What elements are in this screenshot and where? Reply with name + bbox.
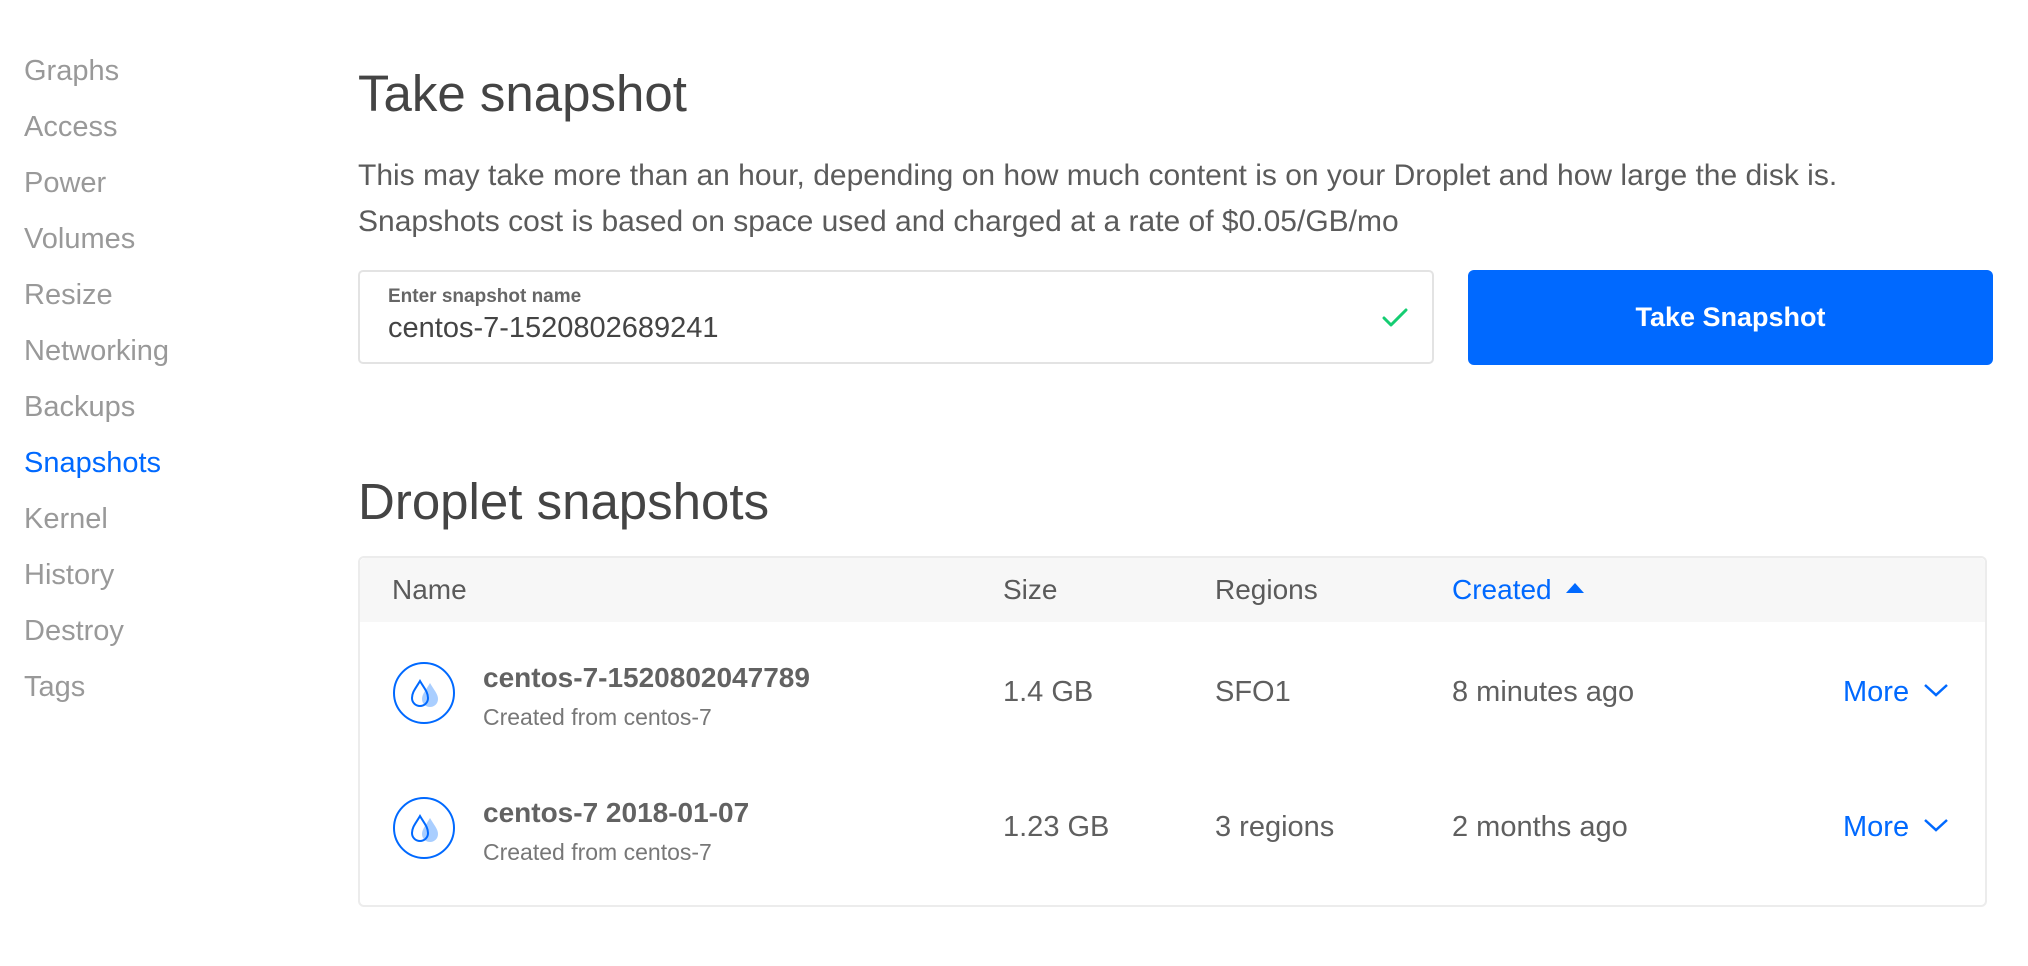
sidebar-item-history[interactable]: History: [24, 558, 114, 592]
droplet-snapshots-title: Droplet snapshots: [358, 473, 770, 530]
take-snapshot-button[interactable]: Take Snapshot: [1468, 270, 1993, 365]
snapshot-subtitle: Created from centos-7: [483, 839, 712, 865]
snapshot-droplet-icon: [393, 797, 455, 859]
take-snapshot-title: Take snapshot: [358, 65, 687, 122]
column-header-regions[interactable]: Regions: [1215, 574, 1318, 606]
sidebar-item-snapshots[interactable]: Snapshots: [24, 446, 161, 480]
snapshot-name-input[interactable]: [388, 312, 1348, 345]
sidebar-item-access[interactable]: Access: [24, 110, 117, 144]
snapshot-subtitle: Created from centos-7: [483, 704, 712, 730]
description-line-2: Snapshots cost is based on space used an…: [358, 205, 1399, 238]
snapshots-table: Name Size Regions Created centos-7-15208…: [358, 556, 1987, 907]
snapshot-name-field[interactable]: Enter snapshot name: [358, 270, 1434, 364]
sidebar-item-destroy[interactable]: Destroy: [24, 614, 124, 648]
more-label: More: [1843, 811, 1910, 843]
column-header-size[interactable]: Size: [1003, 574, 1057, 606]
sidebar-item-resize[interactable]: Resize: [24, 278, 113, 312]
snapshot-droplet-icon: [393, 662, 455, 724]
snapshot-regions: 3 regions: [1215, 811, 1335, 843]
snapshot-created: 8 minutes ago: [1452, 676, 1635, 708]
chevron-down-icon: [1924, 684, 1948, 698]
snapshot-name: centos-7-1520802047789: [483, 662, 810, 693]
more-actions-button[interactable]: More: [1843, 676, 1949, 709]
snapshot-size: 1.4 GB: [1003, 676, 1094, 708]
description-line-1: This may take more than an hour, dependi…: [358, 159, 1838, 192]
sidebar-item-networking[interactable]: Networking: [24, 334, 169, 368]
column-header-created[interactable]: Created: [1452, 574, 1584, 606]
sidebar-item-backups[interactable]: Backups: [24, 390, 135, 424]
more-actions-button[interactable]: More: [1843, 811, 1949, 844]
snapshot-name: centos-7 2018-01-07: [483, 797, 750, 828]
table-header: Name Size Regions Created: [360, 558, 1985, 622]
snapshot-name-label: Enter snapshot name: [388, 286, 582, 307]
sidebar-item-graphs[interactable]: Graphs: [24, 54, 119, 88]
check-icon: [1382, 308, 1408, 327]
table-row: centos-7 2018-01-07 Created from centos-…: [360, 762, 1985, 902]
sidebar-item-volumes[interactable]: Volumes: [24, 222, 135, 256]
more-label: More: [1843, 676, 1910, 708]
snapshot-regions: SFO1: [1215, 676, 1291, 708]
take-snapshot-description: This may take more than an hour, dependi…: [358, 153, 1998, 245]
chevron-down-icon: [1924, 819, 1948, 833]
sidebar-item-tags[interactable]: Tags: [24, 670, 85, 704]
column-header-created-label: Created: [1452, 574, 1552, 605]
caret-up-icon: [1565, 582, 1584, 593]
snapshot-created: 2 months ago: [1452, 811, 1628, 843]
column-header-name[interactable]: Name: [392, 574, 467, 606]
sidebar-item-kernel[interactable]: Kernel: [24, 502, 108, 536]
table-row: centos-7-1520802047789 Created from cent…: [360, 622, 1985, 762]
snapshot-size: 1.23 GB: [1003, 811, 1110, 843]
sidebar-item-power[interactable]: Power: [24, 166, 106, 200]
